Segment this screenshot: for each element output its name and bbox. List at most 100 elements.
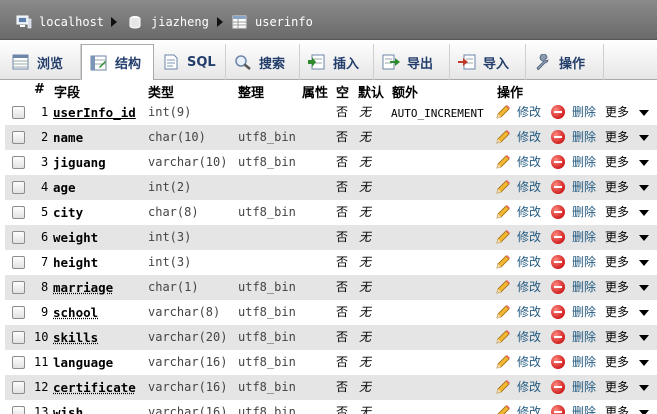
drop-icon[interactable] xyxy=(551,380,565,394)
chevron-down-icon[interactable] xyxy=(639,160,649,166)
table-row[interactable]: 10 skills varchar(20) utf8_bin 否无 修改 删除 更多 xyxy=(5,325,657,350)
row-checkbox[interactable] xyxy=(12,256,25,269)
chevron-down-icon[interactable] xyxy=(639,260,649,266)
drop-link[interactable]: 删除 xyxy=(572,280,596,295)
drop-icon[interactable] xyxy=(551,130,565,144)
more-link[interactable]: 更多 xyxy=(605,155,629,170)
change-link[interactable]: 修改 xyxy=(517,230,541,245)
tab-search[interactable]: 搜索 xyxy=(226,44,300,80)
row-checkbox[interactable] xyxy=(12,181,25,194)
pencil-icon[interactable] xyxy=(495,254,511,270)
more-link[interactable]: 更多 xyxy=(605,355,629,370)
chevron-down-icon[interactable] xyxy=(639,110,649,116)
row-checkbox[interactable] xyxy=(12,306,25,319)
drop-link[interactable]: 删除 xyxy=(572,105,596,120)
more-link[interactable]: 更多 xyxy=(605,255,629,270)
pencil-icon[interactable] xyxy=(495,104,511,120)
drop-icon[interactable] xyxy=(551,205,565,219)
drop-icon[interactable] xyxy=(551,355,565,369)
pencil-icon[interactable] xyxy=(495,304,511,320)
table-row[interactable]: 3 jiguang varchar(10) utf8_bin 否无 修改 删除 更多 xyxy=(5,150,657,175)
chevron-down-icon[interactable] xyxy=(639,385,649,391)
row-checkbox[interactable] xyxy=(12,281,25,294)
table-row[interactable]: 9 school varchar(8) utf8_bin 否无 修改 删除 更多 xyxy=(5,300,657,325)
tab-sql[interactable]: SQL xyxy=(154,44,226,80)
pencil-icon[interactable] xyxy=(495,379,511,395)
pencil-icon[interactable] xyxy=(495,279,511,295)
breadcrumb-server[interactable]: localhost xyxy=(16,14,104,30)
chevron-down-icon[interactable] xyxy=(639,310,649,316)
row-checkbox[interactable] xyxy=(12,206,25,219)
tab-browse[interactable]: 浏览 xyxy=(4,44,81,80)
pencil-icon[interactable] xyxy=(495,404,511,414)
drop-link[interactable]: 删除 xyxy=(572,355,596,370)
table-row[interactable]: 6 weight int(3) 否无 修改 删除 更多 xyxy=(5,225,657,250)
change-link[interactable]: 修改 xyxy=(517,330,541,345)
chevron-down-icon[interactable] xyxy=(639,210,649,216)
chevron-down-icon[interactable] xyxy=(639,285,649,291)
more-link[interactable]: 更多 xyxy=(605,330,629,345)
change-link[interactable]: 修改 xyxy=(517,180,541,195)
table-row[interactable]: 11 language varchar(16) utf8_bin 否无 修改 删除 更多 xyxy=(5,350,657,375)
tab-export[interactable]: 导出 xyxy=(374,44,450,80)
drop-icon[interactable] xyxy=(551,105,565,119)
drop-icon[interactable] xyxy=(551,280,565,294)
row-checkbox[interactable] xyxy=(12,331,25,344)
change-link[interactable]: 修改 xyxy=(517,105,541,120)
drop-link[interactable]: 删除 xyxy=(572,130,596,145)
drop-icon[interactable] xyxy=(551,305,565,319)
drop-icon[interactable] xyxy=(551,230,565,244)
more-link[interactable]: 更多 xyxy=(605,230,629,245)
change-link[interactable]: 修改 xyxy=(517,305,541,320)
drop-link[interactable]: 删除 xyxy=(572,180,596,195)
breadcrumb-database[interactable]: jiazheng xyxy=(128,14,209,30)
pencil-icon[interactable] xyxy=(495,154,511,170)
drop-link[interactable]: 删除 xyxy=(572,255,596,270)
change-link[interactable]: 修改 xyxy=(517,255,541,270)
tab-import[interactable]: 导入 xyxy=(450,44,526,80)
drop-icon[interactable] xyxy=(551,330,565,344)
header-collation[interactable]: 整理 xyxy=(238,82,264,101)
chevron-down-icon[interactable] xyxy=(639,360,649,366)
row-checkbox[interactable] xyxy=(12,106,25,119)
header-attributes[interactable]: 属性 xyxy=(302,82,328,101)
pencil-icon[interactable] xyxy=(495,129,511,145)
tab-operations[interactable]: 操作 xyxy=(526,44,604,80)
more-link[interactable]: 更多 xyxy=(605,405,629,414)
table-row[interactable]: 2 name char(10) utf8_bin 否无 修改 删除 更多 xyxy=(5,125,657,150)
more-link[interactable]: 更多 xyxy=(605,305,629,320)
table-row[interactable]: 7 height int(3) 否无 修改 删除 更多 xyxy=(5,250,657,275)
pencil-icon[interactable] xyxy=(495,354,511,370)
drop-link[interactable]: 删除 xyxy=(572,380,596,395)
pencil-icon[interactable] xyxy=(495,329,511,345)
more-link[interactable]: 更多 xyxy=(605,130,629,145)
drop-icon[interactable] xyxy=(551,155,565,169)
row-checkbox[interactable] xyxy=(12,381,25,394)
header-default[interactable]: 默认 xyxy=(358,82,384,101)
drop-link[interactable]: 删除 xyxy=(572,205,596,220)
drop-link[interactable]: 删除 xyxy=(572,405,596,414)
pencil-icon[interactable] xyxy=(495,204,511,220)
change-link[interactable]: 修改 xyxy=(517,155,541,170)
more-link[interactable]: 更多 xyxy=(605,380,629,395)
row-checkbox[interactable] xyxy=(12,131,25,144)
chevron-down-icon[interactable] xyxy=(639,185,649,191)
chevron-down-icon[interactable] xyxy=(639,235,649,241)
table-row[interactable]: 5 city char(8) utf8_bin 否无 修改 删除 更多 xyxy=(5,200,657,225)
change-link[interactable]: 修改 xyxy=(517,205,541,220)
row-checkbox[interactable] xyxy=(12,156,25,169)
table-row[interactable]: 8 marriage char(1) utf8_bin 否无 修改 删除 更多 xyxy=(5,275,657,300)
table-row[interactable]: 13 wish varchar(16) utf8_bin 否 无 修改 删除 更多 xyxy=(5,400,657,414)
table-row[interactable]: 1 userInfo_id int(9) 否无 AUTO_INCREMENT 修改 删除 更多 xyxy=(5,100,657,125)
row-checkbox[interactable] xyxy=(12,406,25,414)
drop-link[interactable]: 删除 xyxy=(572,155,596,170)
change-link[interactable]: 修改 xyxy=(517,355,541,370)
change-link[interactable]: 修改 xyxy=(517,405,541,414)
table-row[interactable]: 12 certificate varchar(16) utf8_bin 否无 修改 删除 更多 xyxy=(5,375,657,400)
pencil-icon[interactable] xyxy=(495,229,511,245)
tab-insert[interactable]: 插入 xyxy=(300,44,374,80)
pencil-icon[interactable] xyxy=(495,179,511,195)
chevron-down-icon[interactable] xyxy=(639,135,649,141)
tab-structure[interactable]: 结构 xyxy=(81,44,154,81)
header-null[interactable]: 空 xyxy=(336,82,349,101)
